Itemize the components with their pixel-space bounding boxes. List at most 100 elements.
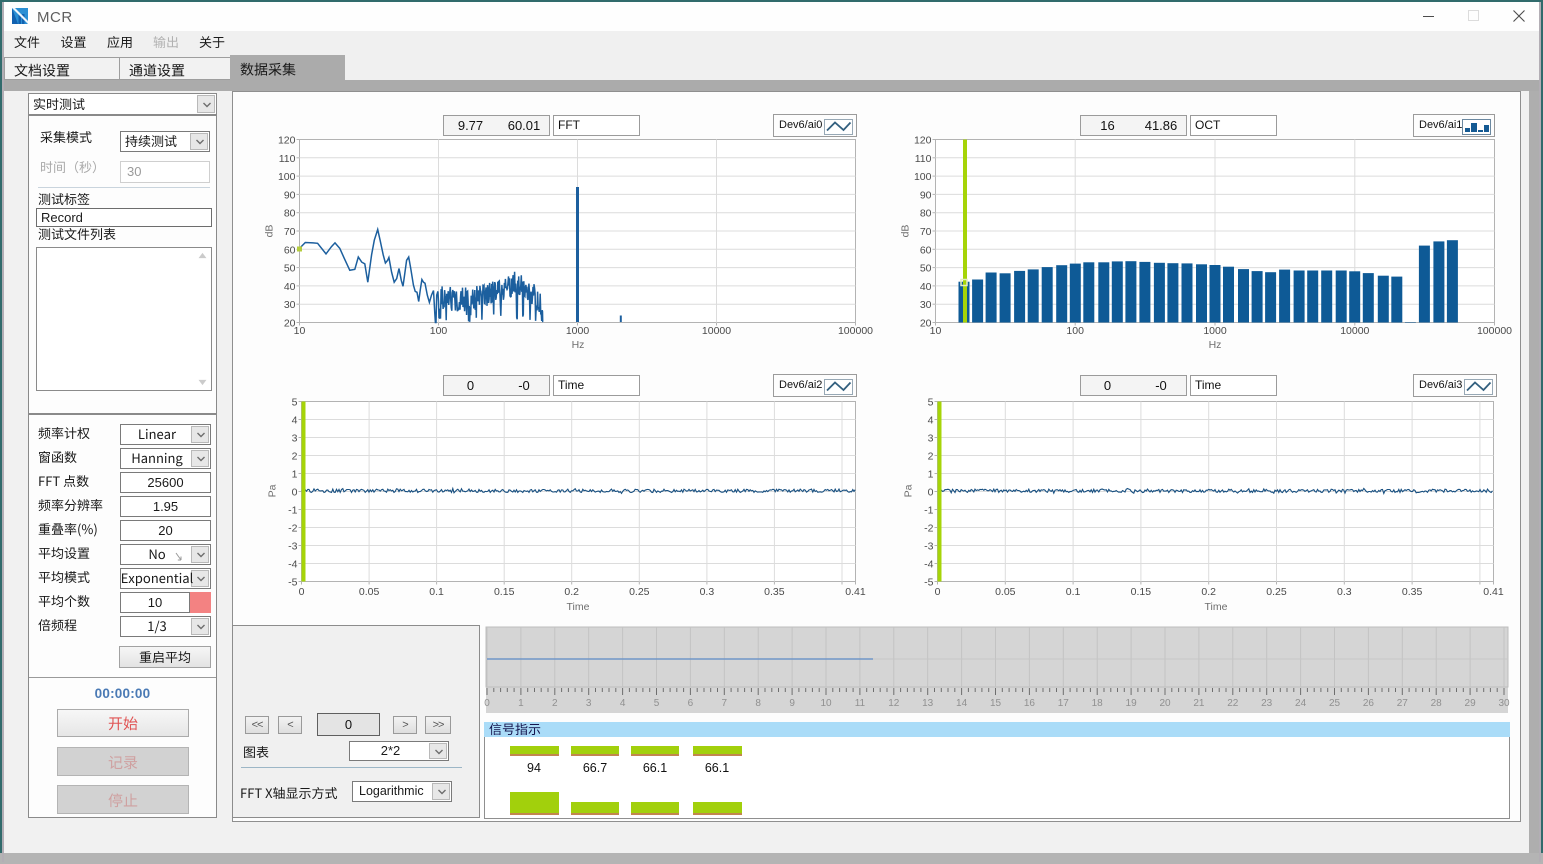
svg-text:17: 17 [1058, 698, 1070, 709]
svg-text:0: 0 [299, 586, 305, 598]
svg-text:0: 0 [935, 586, 941, 598]
svg-text:Pa: Pa [267, 484, 279, 497]
svg-text:80: 80 [920, 208, 932, 220]
svg-text:0.25: 0.25 [629, 586, 650, 598]
svg-text:50: 50 [284, 263, 296, 275]
svg-text:120: 120 [914, 135, 932, 147]
svg-text:50: 50 [920, 263, 932, 275]
svg-text:Pa: Pa [903, 484, 915, 497]
svg-text:100: 100 [1066, 325, 1084, 337]
svg-text:26: 26 [1363, 698, 1375, 709]
svg-text:80: 80 [284, 208, 296, 220]
svg-text:25: 25 [1329, 698, 1341, 709]
svg-text:0: 0 [928, 487, 934, 499]
svg-text:0.2: 0.2 [1201, 586, 1216, 598]
svg-text:24: 24 [1295, 698, 1307, 709]
svg-text:0.15: 0.15 [494, 586, 515, 598]
svg-text:0.05: 0.05 [995, 586, 1016, 598]
svg-text:40: 40 [284, 281, 296, 293]
svg-text:70: 70 [284, 226, 296, 238]
svg-text:100000: 100000 [838, 325, 873, 337]
svg-text:-3: -3 [288, 541, 297, 553]
svg-text:-2: -2 [288, 523, 297, 535]
svg-text:12: 12 [888, 698, 900, 709]
svg-text:110: 110 [915, 153, 932, 165]
svg-text:-4: -4 [924, 559, 933, 571]
svg-text:0.15: 0.15 [1131, 586, 1152, 598]
svg-text:0.3: 0.3 [1337, 586, 1352, 598]
svg-text:100: 100 [914, 171, 932, 183]
svg-text:23: 23 [1261, 698, 1273, 709]
svg-text:1000: 1000 [1203, 325, 1227, 337]
svg-text:13: 13 [922, 698, 934, 709]
svg-text:30: 30 [1498, 698, 1510, 709]
svg-text:7: 7 [722, 698, 728, 709]
svg-text:90: 90 [284, 189, 296, 201]
svg-text:0.2: 0.2 [564, 586, 579, 598]
svg-text:21: 21 [1193, 698, 1205, 709]
svg-text:1: 1 [292, 469, 298, 481]
svg-text:Time: Time [567, 601, 590, 613]
svg-text:3: 3 [586, 698, 592, 709]
svg-text:110: 110 [279, 153, 296, 165]
svg-text:120: 120 [278, 135, 296, 147]
svg-text:16: 16 [1024, 698, 1036, 709]
svg-text:-4: -4 [288, 559, 297, 571]
svg-text:0.1: 0.1 [429, 586, 444, 598]
svg-text:2: 2 [292, 451, 298, 463]
svg-text:6: 6 [688, 698, 694, 709]
svg-text:29: 29 [1465, 698, 1477, 709]
svg-text:100000: 100000 [1477, 325, 1512, 337]
svg-text:dB: dB [264, 225, 276, 238]
svg-text:20: 20 [1159, 698, 1171, 709]
svg-text:0.05: 0.05 [359, 586, 380, 598]
svg-text:2: 2 [928, 451, 934, 463]
svg-text:30: 30 [920, 299, 932, 311]
svg-text:0.41: 0.41 [1483, 586, 1504, 598]
svg-text:4: 4 [292, 415, 298, 427]
svg-text:-5: -5 [288, 577, 297, 589]
svg-text:100: 100 [278, 171, 296, 183]
svg-text:-3: -3 [924, 541, 933, 553]
svg-text:0.3: 0.3 [700, 586, 715, 598]
svg-text:3: 3 [928, 433, 934, 445]
svg-text:9: 9 [789, 698, 795, 709]
svg-text:8: 8 [755, 698, 761, 709]
svg-text:15: 15 [990, 698, 1002, 709]
svg-text:5: 5 [292, 397, 298, 409]
svg-text:60: 60 [284, 244, 296, 256]
svg-text:0: 0 [292, 487, 298, 499]
svg-text:Hz: Hz [1209, 339, 1222, 351]
svg-text:-2: -2 [924, 523, 933, 535]
svg-text:-1: -1 [924, 505, 933, 517]
svg-text:0.25: 0.25 [1266, 586, 1287, 598]
svg-text:10000: 10000 [1340, 325, 1369, 337]
svg-text:dB: dB [900, 225, 912, 238]
svg-text:Hz: Hz [572, 339, 585, 351]
svg-text:10: 10 [820, 698, 832, 709]
svg-text:19: 19 [1126, 698, 1138, 709]
svg-text:1000: 1000 [566, 325, 590, 337]
svg-text:5: 5 [654, 698, 660, 709]
svg-text:40: 40 [920, 281, 932, 293]
svg-text:10: 10 [930, 325, 942, 337]
svg-text:5: 5 [928, 397, 934, 409]
svg-text:10000: 10000 [702, 325, 731, 337]
svg-text:30: 30 [284, 299, 296, 311]
svg-text:27: 27 [1397, 698, 1409, 709]
svg-text:100: 100 [430, 325, 448, 337]
svg-text:0: 0 [484, 698, 490, 709]
svg-text:4: 4 [928, 415, 934, 427]
svg-text:10: 10 [294, 325, 306, 337]
svg-text:2: 2 [552, 698, 558, 709]
svg-text:4: 4 [620, 698, 626, 709]
svg-text:0.41: 0.41 [845, 586, 866, 598]
svg-text:28: 28 [1431, 698, 1443, 709]
svg-text:90: 90 [920, 189, 932, 201]
svg-text:3: 3 [292, 433, 298, 445]
svg-text:Time: Time [1205, 601, 1228, 613]
svg-text:-1: -1 [288, 505, 297, 517]
svg-text:1: 1 [928, 469, 934, 481]
svg-text:0.1: 0.1 [1066, 586, 1081, 598]
svg-text:22: 22 [1227, 698, 1239, 709]
